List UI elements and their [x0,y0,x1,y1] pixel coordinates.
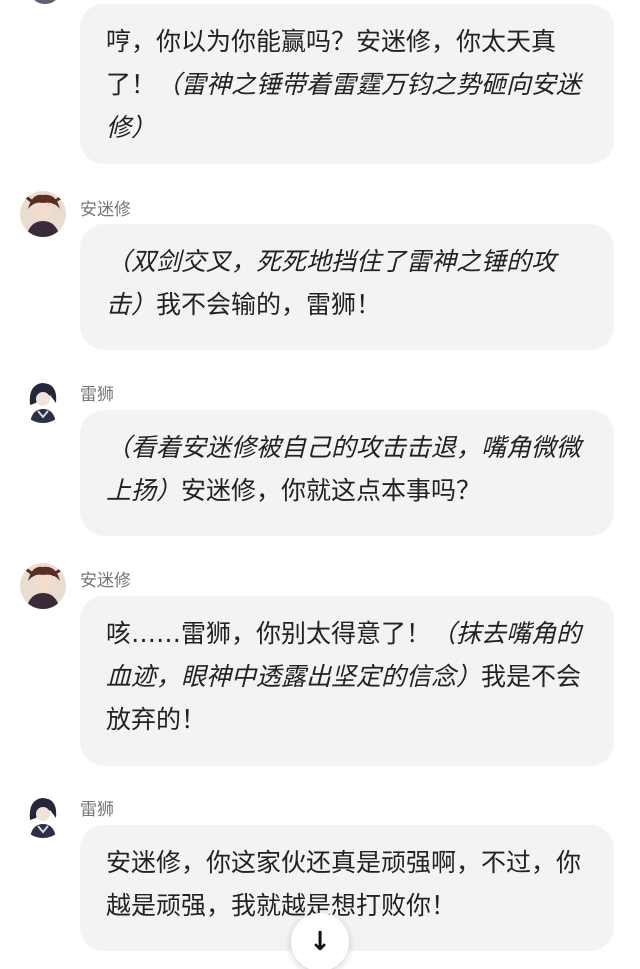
message-bubble[interactable]: 哼，你以为你能赢吗？安迷修，你太天真了！（雷神之锤带着雷霆万钧之势砸向安迷修） [80,4,614,164]
message-bubble[interactable]: （双剑交叉，死死地挡住了雷神之锤的攻击）我不会输的，雷狮！ [80,224,614,350]
message-bubble[interactable]: 咳……雷狮，你别太得意了！（抹去嘴角的血迹，眼神中透露出坚定的信念）我是不会放弃… [80,596,614,766]
message-text: 我不会输的，雷狮！ [156,290,382,319]
partial-avatar-top [30,0,60,4]
chat-thread: 哼，你以为你能赢吗？安迷修，你太天真了！（雷神之锤带着雷霆万钧之势砸向安迷修） … [0,0,640,969]
message-bubble[interactable]: （看着安迷修被自己的攻击击退，嘴角微微上扬）安迷修，你就这点本事吗？ [80,410,614,536]
sender-name: 雷狮 [80,800,114,820]
an-mi-xiu-avatar-icon[interactable] [20,563,66,609]
message-text: 安迷修，你就这点本事吗？ [181,476,482,505]
sender-name: 安迷修 [80,200,131,220]
message-text: 咳……雷狮，你别太得意了！ [106,619,432,648]
scroll-to-bottom-button[interactable]: ↓ [291,913,349,969]
lei-shi-avatar-icon[interactable] [20,377,66,423]
an-mi-xiu-avatar-icon[interactable] [20,191,66,237]
arrow-down-icon: ↓ [309,927,331,957]
sender-name: 雷狮 [80,385,114,405]
sender-name: 安迷修 [80,571,131,591]
lei-shi-avatar-icon[interactable] [20,792,66,838]
message-text: 安迷修，你这家伙还真是顽强啊，不过，你越是顽强，我就越是想打败你！ [106,848,582,920]
message-action-text: （雷神之锤带着雷霆万钧之势砸向安迷修） [106,70,582,142]
